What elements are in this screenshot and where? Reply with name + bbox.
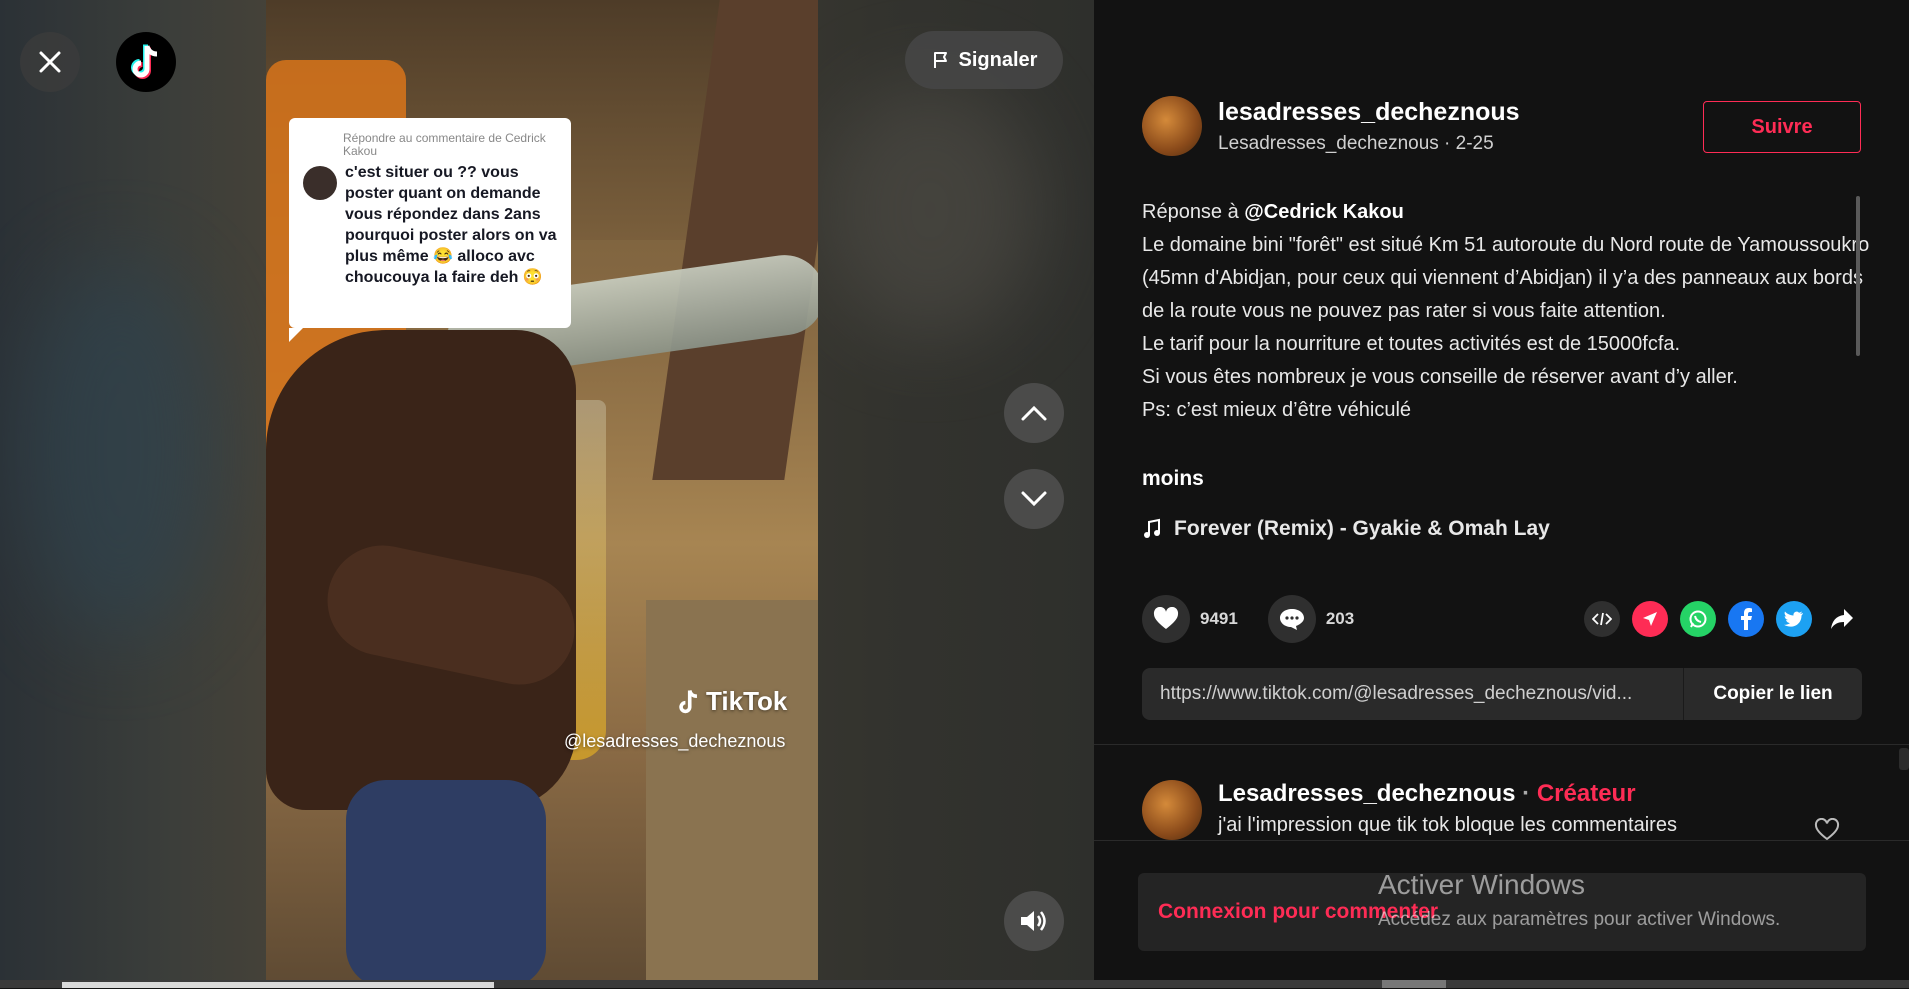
reply-comment-bubble: Répondre au commentaire de Cedrick Kakou…	[289, 118, 571, 342]
share-link-url[interactable]: https://www.tiktok.com/@lesadresses_dech…	[1142, 683, 1683, 705]
whatsapp-share-button[interactable]	[1680, 601, 1716, 637]
close-icon	[39, 51, 61, 73]
comment-separator: ·	[1522, 780, 1531, 807]
more-share-button[interactable]	[1824, 601, 1860, 637]
next-video-button[interactable]	[1004, 469, 1064, 529]
report-label: Signaler	[958, 48, 1038, 71]
comment-author[interactable]: Lesadresses_decheznous	[1218, 780, 1515, 807]
description-scrollbar[interactable]	[1856, 196, 1860, 356]
wooden-stool	[646, 600, 818, 988]
music-link[interactable]: Forever (Remix) - Gyakie & Omah Lay	[1142, 517, 1550, 541]
comment-button[interactable]	[1267, 595, 1316, 643]
blur-blob	[820, 80, 1040, 340]
speaker-icon	[1021, 911, 1046, 931]
post-description: Réponse à @Cedrick Kakou Le domaine bini…	[1142, 196, 1882, 427]
description-line: Ps: c’est mieux d’être véhiculé	[1142, 399, 1412, 421]
share-options	[1584, 601, 1860, 637]
post-author-header: lesadresses_decheznous Lesadresses_deche…	[1142, 96, 1520, 156]
embed-icon	[1592, 612, 1612, 626]
comment-icon	[1279, 609, 1304, 630]
engagement-actions: 9491 203	[1142, 595, 1354, 643]
music-note-icon	[1144, 518, 1160, 538]
scroll-thumb[interactable]	[1382, 980, 1446, 988]
description-line: Si vous êtes nombreux je vous conseille …	[1142, 366, 1738, 388]
tiktok-watermark: TikTok	[676, 686, 787, 717]
chevron-up-icon	[1021, 405, 1047, 421]
reply-avatar	[303, 166, 337, 200]
embed-button[interactable]	[1584, 601, 1620, 637]
reply-mention[interactable]: @Cedrick Kakou	[1244, 201, 1404, 223]
comment-item: Lesadresses_decheznous · Créateur j'ai l…	[1142, 780, 1677, 840]
tiktok-watermark-icon	[679, 689, 698, 713]
author-username[interactable]: lesadresses_decheznous	[1218, 98, 1520, 127]
send-to-friends-button[interactable]	[1632, 601, 1668, 637]
author-meta: Lesadresses_decheznous · 2-25	[1218, 132, 1494, 154]
copy-link-button[interactable]: Copier le lien	[1683, 668, 1862, 720]
chevron-down-icon	[1021, 491, 1047, 507]
twitter-share-button[interactable]	[1776, 601, 1812, 637]
creator-badge: Créateur	[1536, 780, 1636, 807]
report-button[interactable]: Signaler	[905, 31, 1063, 89]
progress-segment	[62, 982, 494, 988]
comments-scrollbar[interactable]	[1899, 748, 1909, 770]
share-icon	[1831, 609, 1853, 629]
activation-subtitle: Accédez aux paramètres pour activer Wind…	[1378, 909, 1781, 930]
tiktok-logo-icon	[131, 44, 158, 79]
author-avatar[interactable]	[1142, 96, 1202, 156]
reply-bubble-text: c'est situer ou ?? vous poster quant on …	[345, 164, 557, 286]
like-count: 9491	[1200, 609, 1238, 628]
reply-prefix: Réponse à	[1142, 201, 1245, 223]
jeans	[346, 780, 546, 988]
watermark-brand: TikTok	[706, 686, 788, 716]
share-link-box: https://www.tiktok.com/@lesadresses_dech…	[1142, 668, 1862, 720]
section-divider	[1094, 744, 1909, 745]
whatsapp-icon	[1689, 610, 1707, 628]
video-player-area: Répondre au commentaire de Cedrick Kakou…	[0, 0, 1094, 988]
heart-icon	[1153, 607, 1179, 629]
post-details-panel: lesadresses_decheznous Lesadresses_deche…	[1094, 0, 1909, 989]
volume-button[interactable]	[1004, 891, 1064, 951]
comment-count: 203	[1325, 609, 1355, 628]
follow-button[interactable]: Suivre	[1703, 101, 1861, 153]
comment-text: j'ai l'impression que tik tok bloque les…	[1218, 814, 1677, 836]
music-title: Forever (Remix) - Gyakie & Omah Lay	[1174, 517, 1550, 540]
description-line: Le tarif pour la nourriture et toutes ac…	[1142, 333, 1681, 355]
flag-icon	[933, 52, 947, 68]
watermark-username: @lesadresses_decheznous	[564, 731, 786, 751]
previous-video-button[interactable]	[1004, 383, 1064, 443]
show-less-link[interactable]: moins	[1142, 467, 1204, 491]
send-icon	[1643, 612, 1657, 626]
facebook-icon	[1741, 608, 1752, 630]
like-button[interactable]	[1142, 595, 1190, 643]
facebook-share-button[interactable]	[1728, 601, 1764, 637]
activation-title: Activer Windows	[1378, 869, 1585, 900]
blur-blob	[20, 260, 220, 640]
reply-bubble-header: Répondre au commentaire de Cedrick Kakou	[343, 131, 546, 158]
heart-outline-icon	[1814, 817, 1840, 841]
description-line: Le domaine bini "forêt" est situé Km 51 …	[1142, 234, 1870, 322]
close-button[interactable]	[20, 32, 80, 92]
tiktok-logo[interactable]	[116, 32, 176, 92]
twitter-icon	[1784, 611, 1803, 627]
windows-activation-watermark: Activer Windows Accédez aux paramètres p…	[1378, 869, 1780, 931]
taskbar-strip	[0, 980, 1909, 988]
comment-avatar[interactable]	[1142, 780, 1202, 840]
